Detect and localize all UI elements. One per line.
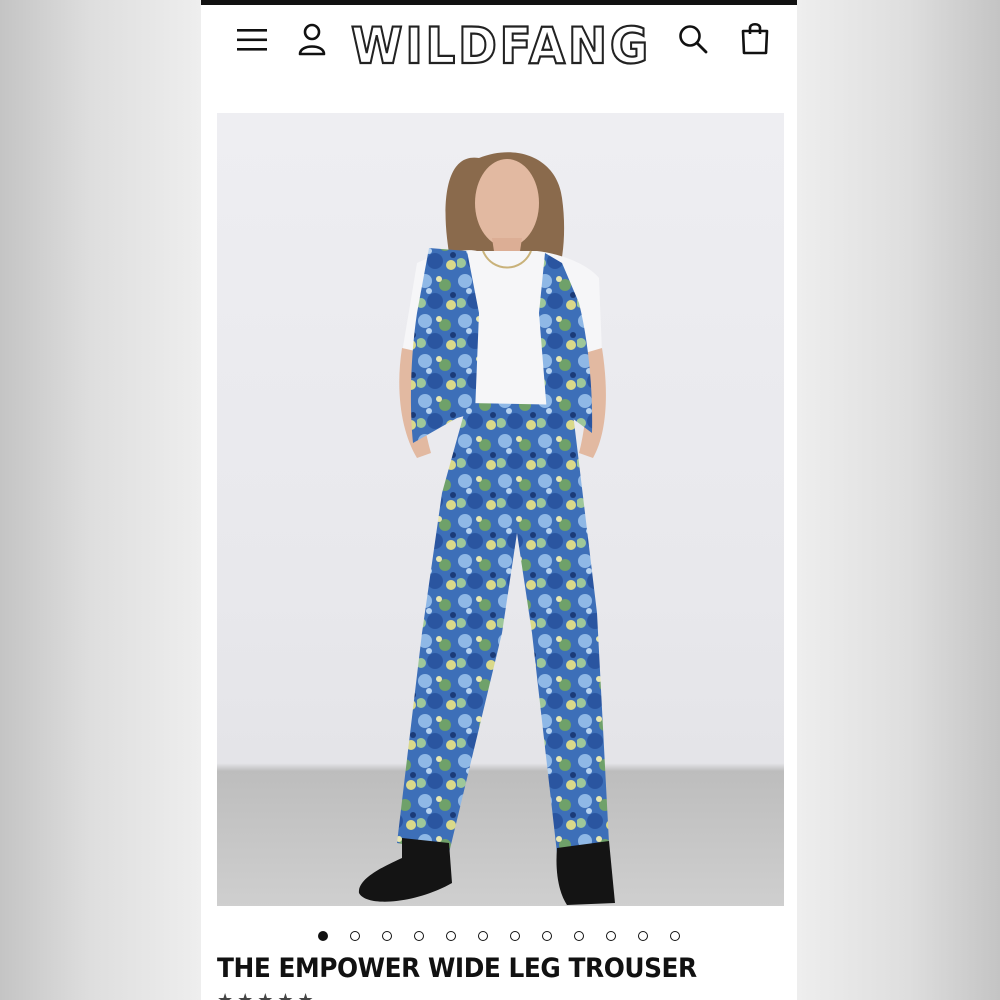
product-title: THE EMPOWER WIDE LEG TROUSER xyxy=(217,953,697,984)
carousel-dot[interactable] xyxy=(446,931,456,941)
logo-text: WILDFANG xyxy=(351,17,651,73)
user-icon[interactable] xyxy=(295,21,329,57)
image-carousel-dots xyxy=(201,928,797,944)
hamburger-menu-icon[interactable] xyxy=(235,23,269,57)
search-icon[interactable] xyxy=(675,21,711,57)
carousel-dot[interactable] xyxy=(638,931,648,941)
carousel-dot[interactable] xyxy=(350,931,360,941)
backdrop-right xyxy=(797,0,1000,1000)
shopping-bag-icon[interactable] xyxy=(737,19,773,57)
carousel-dot[interactable] xyxy=(606,931,616,941)
backdrop-left xyxy=(0,0,201,1000)
model-photo xyxy=(358,152,615,905)
site-header: WILDFANG xyxy=(201,5,797,85)
carousel-dot[interactable] xyxy=(318,931,328,941)
carousel-dot[interactable] xyxy=(542,931,552,941)
brand-logo[interactable]: WILDFANG xyxy=(349,13,653,73)
rating-stars[interactable]: ★★★★★ xyxy=(217,990,318,1000)
carousel-dot[interactable] xyxy=(574,931,584,941)
product-image[interactable] xyxy=(217,113,784,906)
carousel-dot[interactable] xyxy=(414,931,424,941)
carousel-dot[interactable] xyxy=(670,931,680,941)
carousel-dot[interactable] xyxy=(478,931,488,941)
carousel-dot[interactable] xyxy=(510,931,520,941)
mobile-page: WILDFANG THE EMPOWER WIDE LEG TROUSER ★★… xyxy=(201,0,797,1000)
carousel-dot[interactable] xyxy=(382,931,392,941)
